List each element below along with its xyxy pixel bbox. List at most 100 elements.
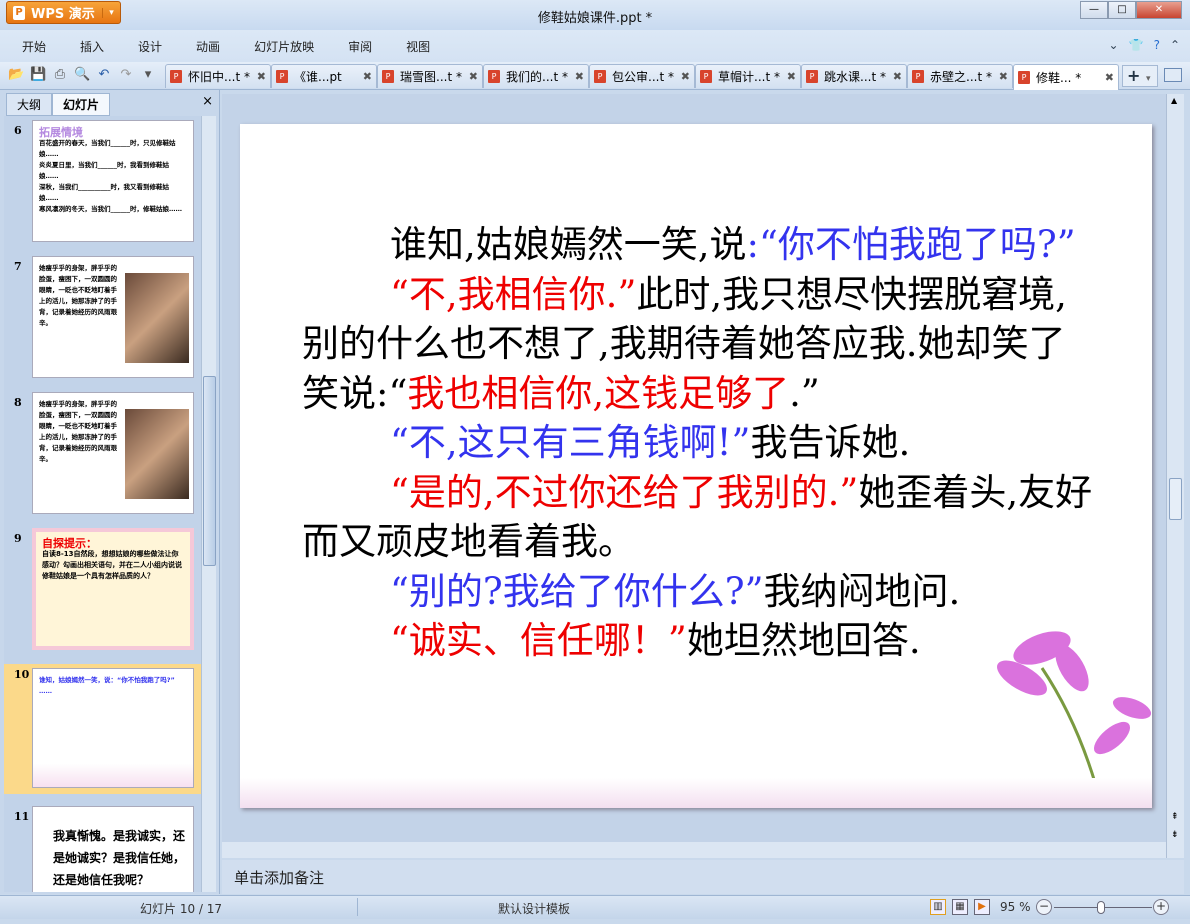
print-icon[interactable]: ⎙: [52, 67, 68, 83]
slide-number: 8: [14, 396, 22, 409]
doc-tab-label: 我们的...t *: [506, 70, 568, 84]
ppt-file-icon: P: [276, 70, 288, 83]
ppt-file-icon: P: [806, 70, 818, 83]
close-tab-icon[interactable]: ✖: [787, 70, 796, 83]
thumb-text: 谁知，姑娘嫣然一笑，说：“你不怕我跑了吗?” ……: [39, 676, 175, 695]
thumb-text: 自读8-13自然段，想想姑娘的哪些做法让你感动？勾画出相关语句，并在二人小组内说…: [42, 550, 182, 580]
close-tab-icon[interactable]: ✖: [1105, 71, 1114, 84]
thumbnail-scrollbar[interactable]: [201, 116, 216, 892]
close-tab-icon[interactable]: ✖: [575, 70, 584, 83]
text-run: “诚实、信任哪！”: [390, 619, 687, 662]
undo-icon[interactable]: ↶: [96, 67, 112, 83]
slide-paragraph: “诚实、信任哪！”她坦然地回答.: [302, 616, 1102, 666]
open-icon[interactable]: 📂: [8, 67, 24, 83]
ppt-file-icon: P: [700, 70, 712, 83]
doc-tab-label: 草帽计...t *: [718, 70, 780, 84]
thumb-line: 寒风凛冽的冬天，当我们______时，修鞋姑娘……: [39, 205, 182, 213]
slide-body-text[interactable]: 谁知,姑娘嫣然一笑,说:“你不怕我跑了吗?” “不,我相信你.”此时,我只想尽快摆…: [302, 220, 1102, 666]
doc-tab[interactable]: P 《谁...pt ✖: [271, 64, 377, 88]
chevron-down-icon[interactable]: ⌄: [1109, 38, 1119, 52]
close-tab-icon[interactable]: ✖: [893, 70, 902, 83]
doc-tab[interactable]: P 赤壁之...t * ✖: [907, 64, 1013, 88]
horizontal-scrollbar[interactable]: [222, 842, 1166, 858]
zoom-out-button[interactable]: −: [1036, 899, 1052, 915]
doc-tab[interactable]: P 草帽计...t * ✖: [695, 64, 801, 88]
expand-icon[interactable]: ⌃: [1170, 38, 1180, 52]
vertical-scrollbar[interactable]: ▲ ⇞ ⇟: [1166, 94, 1184, 858]
maximize-button[interactable]: □: [1108, 1, 1136, 19]
skin-icon[interactable]: 👕: [1129, 38, 1144, 52]
template-name[interactable]: 默认设计模板: [498, 900, 570, 917]
doc-tab[interactable]: P 跳水课...t * ✖: [801, 64, 907, 88]
doc-tab-label: 包公审...t *: [612, 70, 674, 84]
menu-review[interactable]: 审阅: [348, 38, 372, 55]
slideshow-icon[interactable]: ▶: [974, 899, 990, 915]
close-button[interactable]: ✕: [1136, 1, 1182, 19]
save-icon[interactable]: 💾: [30, 67, 46, 83]
menu-slideshow[interactable]: 幻灯片放映: [254, 38, 314, 55]
quick-toolbar: 📂 💾 ⎙ 🔍 ↶ ↷ ▾ P 怀旧中...t * ✖ P 《谁...pt ✖ P 瑞雪图..…: [0, 62, 1190, 90]
thumbnail-list: 6 拓展情境 百花盛开的春天，当我们______时，只见修鞋姑娘…… 炎炎夏日里…: [4, 116, 201, 892]
slide-paragraph: “是的,不过你还给了我别的.”她歪着头,友好而又顽皮地看着我。: [302, 468, 1102, 567]
new-tab-button[interactable]: + ▾: [1122, 65, 1158, 87]
slide-number: 10: [14, 668, 30, 681]
thumb-text: 她瘦乎乎的身架，胖乎乎的脸蛋，瘦困下，一双圆圆的眼睛，一眨也不眨地盯着手上的活儿…: [39, 264, 117, 327]
window-switch-icon[interactable]: [1164, 68, 1182, 82]
ppt-file-icon: P: [912, 70, 924, 83]
slide-panel: 大纲 幻灯片 × 6 拓展情境 百花盛开的春天，当我们______时，只见修鞋姑…: [0, 90, 220, 894]
thumb-line: 百花盛开的春天，当我们______时，只见修鞋姑娘……: [39, 139, 176, 158]
slide-bottom-band: [240, 778, 1152, 808]
girl-photo: [125, 273, 189, 363]
zoom-in-button[interactable]: +: [1153, 899, 1169, 915]
doc-tab[interactable]: P 怀旧中...t * ✖: [165, 64, 271, 88]
minimize-button[interactable]: —: [1080, 1, 1108, 19]
menu-view[interactable]: 视图: [406, 38, 430, 55]
print-preview-icon[interactable]: 🔍: [74, 67, 90, 83]
ppt-file-icon: P: [1018, 71, 1030, 84]
panel-close-icon[interactable]: ×: [202, 94, 213, 109]
menu-design[interactable]: 设计: [138, 38, 162, 55]
menu-animation[interactable]: 动画: [196, 38, 220, 55]
menu-insert[interactable]: 插入: [80, 38, 104, 55]
menu-home[interactable]: 开始: [22, 38, 46, 55]
text-run: “不,我相信你.”: [390, 272, 637, 316]
scroll-thumb[interactable]: [203, 376, 216, 566]
thumbnail-slide-10[interactable]: 10 谁知，姑娘嫣然一笑，说：“你不怕我跑了吗?” ……: [4, 664, 201, 794]
doc-tab[interactable]: P 我们的...t * ✖: [483, 64, 589, 88]
prev-slide-icon[interactable]: ⇞: [1171, 812, 1179, 822]
zoom-slider-handle[interactable]: [1096, 901, 1105, 914]
doc-tab[interactable]: P 修鞋... * ✖: [1013, 64, 1119, 90]
thumb-text: 我真惭愧。是我诚实，还是她诚实？是我信任她，还是她信任我呢？: [53, 829, 186, 887]
slide-number: 9: [14, 532, 22, 545]
thumb-title: 自探提示：: [42, 537, 97, 550]
text-run: “别的?我给了你什么?”: [390, 569, 764, 613]
close-tab-icon[interactable]: ✖: [363, 70, 372, 83]
next-slide-icon[interactable]: ⇟: [1171, 830, 1179, 840]
customize-icon[interactable]: ▾: [140, 67, 156, 83]
slide-paragraph: “不,这只有三角钱啊!”我告诉她.: [302, 418, 1102, 468]
normal-view-icon[interactable]: ▥: [930, 899, 946, 915]
close-tab-icon[interactable]: ✖: [999, 70, 1008, 83]
scroll-thumb[interactable]: [1169, 478, 1182, 520]
slide-paragraph: “不,我相信你.”此时,我只想尽快摆脱窘境,别的什么也不想了,我期待着她答应我.…: [302, 270, 1102, 419]
scroll-up-icon[interactable]: ▲: [1171, 96, 1177, 105]
close-tab-icon[interactable]: ✖: [257, 70, 266, 83]
doc-tab[interactable]: P 包公审...t * ✖: [589, 64, 695, 88]
doc-tab[interactable]: P 瑞雪图...t * ✖: [377, 64, 483, 88]
notes-field[interactable]: 单击添加备注: [222, 860, 1184, 894]
slide-number: 6: [14, 124, 22, 137]
thumb-line: 炎炎夏日里，当我们______时，我看到修鞋姑娘……: [39, 161, 169, 180]
close-tab-icon[interactable]: ✖: [469, 70, 478, 83]
text-run: “是的,不过你还给了我别的.”: [390, 470, 859, 514]
text-run: 谁知,姑娘嫣然一笑,说: [390, 223, 747, 266]
close-tab-icon[interactable]: ✖: [681, 70, 690, 83]
slide-canvas[interactable]: 谁知,姑娘嫣然一笑,说:“你不怕我跑了吗?” “不,我相信你.”此时,我只想尽快摆…: [240, 124, 1152, 808]
doc-tab-label: 跳水课...t *: [824, 70, 886, 84]
tab-slides[interactable]: 幻灯片: [52, 93, 111, 116]
text-run: 她坦然地回答.: [686, 619, 921, 662]
slide-sorter-icon[interactable]: ▦: [952, 899, 968, 915]
help-icon[interactable]: ?: [1154, 38, 1160, 52]
redo-icon[interactable]: ↷: [118, 67, 134, 83]
slide-counter: 幻灯片 10 / 17: [140, 902, 223, 916]
tab-outline[interactable]: 大纲: [6, 93, 53, 116]
